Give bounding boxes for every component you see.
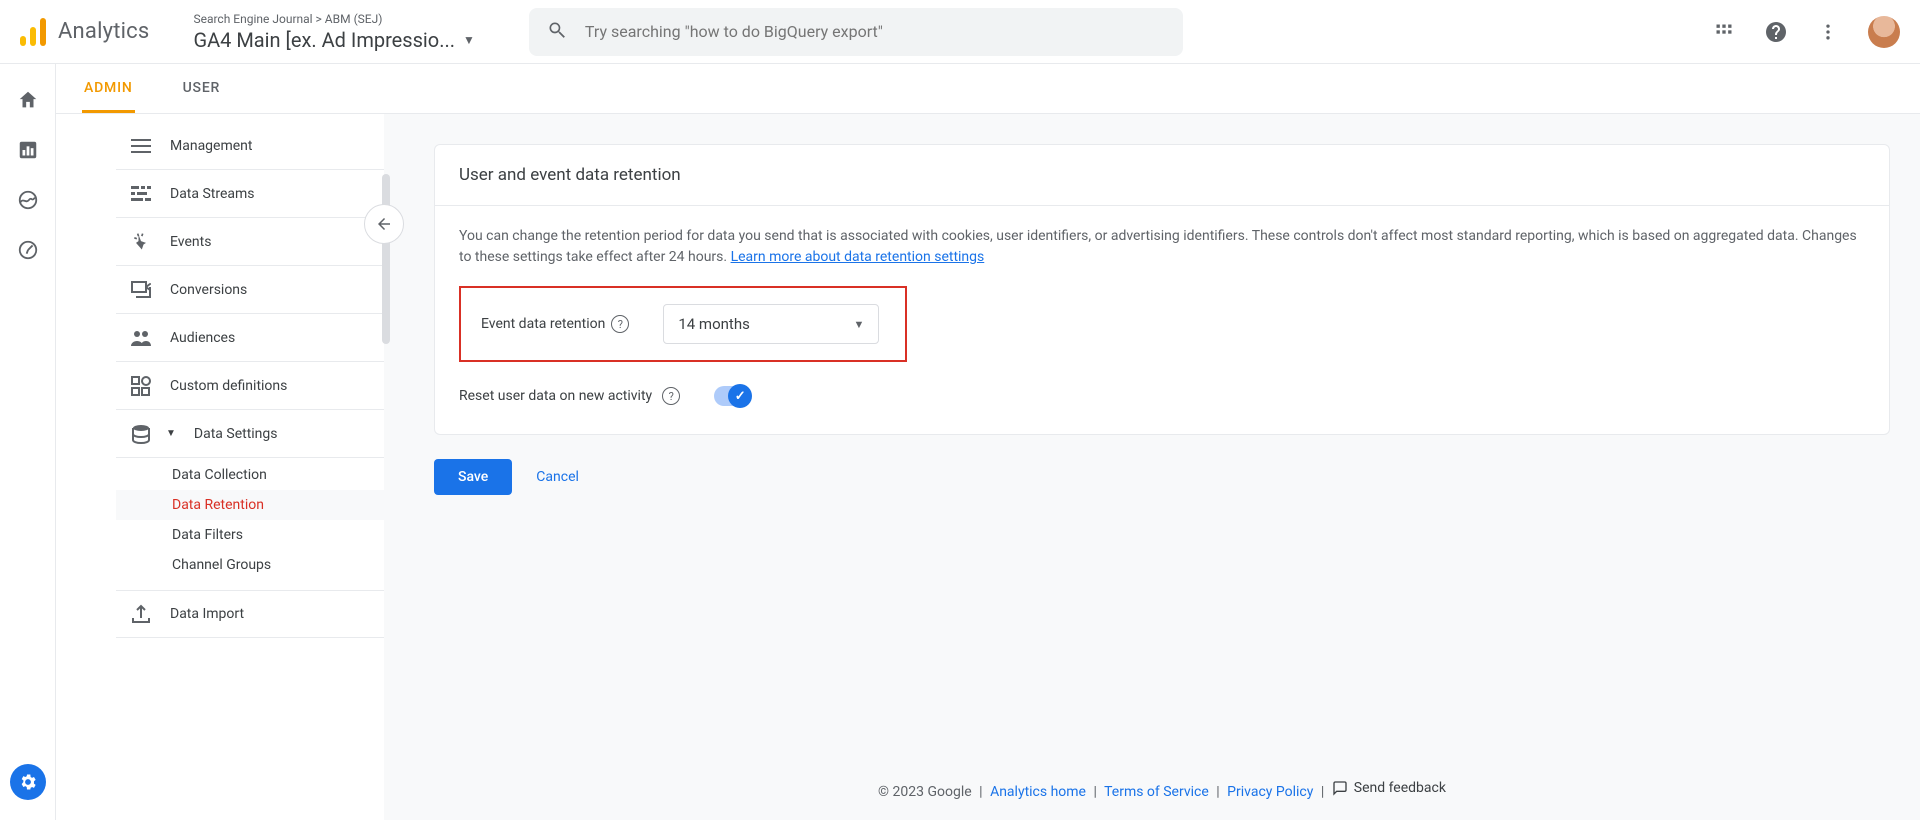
search-input[interactable] — [585, 22, 1165, 41]
app-shell: ADMIN USER Management Data Streams — [0, 64, 1920, 820]
explore-icon[interactable] — [16, 188, 40, 212]
top-header: Analytics Search Engine Journal > ABM (S… — [0, 0, 1920, 64]
search-bar[interactable] — [529, 8, 1183, 56]
save-button[interactable]: Save — [434, 459, 512, 495]
home-icon[interactable] — [16, 88, 40, 112]
footer-privacy[interactable]: Privacy Policy — [1227, 784, 1313, 800]
property-name: GA4 Main [ex. Ad Impressio... — [193, 28, 455, 52]
reset-toggle[interactable] — [714, 386, 750, 406]
sidebar-item-audiences[interactable]: Audiences — [116, 314, 384, 362]
product-name: Analytics — [58, 19, 149, 44]
sidebar-item-conversions[interactable]: Conversions — [116, 266, 384, 314]
conversions-icon — [130, 279, 152, 301]
data-settings-submenu: Data Collection Data Retention Data Filt… — [116, 458, 384, 590]
admin-sidebar: Management Data Streams Events Conversio… — [116, 114, 384, 820]
product-logo[interactable]: Analytics — [20, 18, 149, 46]
chevron-down-icon: ▼ — [166, 428, 176, 439]
header-actions — [1712, 16, 1900, 48]
cancel-button[interactable]: Cancel — [536, 469, 579, 485]
sidebar-item-data-settings[interactable]: ▼ Data Settings — [116, 410, 384, 458]
help-icon[interactable]: ? — [611, 315, 629, 333]
chevron-down-icon: ▼ — [853, 318, 864, 331]
footer-analytics-home[interactable]: Analytics home — [990, 784, 1086, 800]
card-description: You can change the retention period for … — [459, 226, 1865, 268]
panel-row: Management Data Streams Events Conversio… — [56, 114, 1920, 820]
user-avatar[interactable] — [1868, 16, 1900, 48]
breadcrumb: Search Engine Journal > ABM (SEJ) — [193, 12, 474, 26]
retention-label: Event data retention — [481, 316, 605, 332]
reset-user-data-row: Reset user data on new activity ? — [459, 386, 1865, 406]
apps-icon[interactable] — [1712, 20, 1736, 44]
chevron-down-icon: ▼ — [463, 33, 475, 47]
event-retention-row: Event data retention ? 14 months ▼ — [459, 286, 907, 362]
sidebar-item-data-import[interactable]: Data Import — [116, 590, 384, 638]
retention-select[interactable]: 14 months ▼ — [663, 304, 879, 344]
tab-user[interactable]: USER — [181, 80, 223, 113]
sidebar-item-custom-definitions[interactable]: Custom definitions — [116, 362, 384, 410]
main-panel: User and event data retention You can ch… — [404, 114, 1920, 820]
sidebar-item-events[interactable]: Events — [116, 218, 384, 266]
subitem-data-collection[interactable]: Data Collection — [116, 460, 384, 490]
data-import-icon — [130, 603, 152, 625]
sidebar-label: Data Import — [170, 606, 244, 622]
sidebar-label: Custom definitions — [170, 378, 287, 394]
sidebar-label: Management — [170, 138, 252, 154]
footer-tos[interactable]: Terms of Service — [1104, 784, 1209, 800]
feedback-label: Send feedback — [1354, 780, 1446, 796]
advertising-icon[interactable] — [16, 238, 40, 262]
custom-definitions-icon — [130, 375, 152, 397]
sidebar-label: Events — [170, 234, 211, 250]
subitem-channel-groups[interactable]: Channel Groups — [116, 550, 384, 580]
reports-icon[interactable] — [16, 138, 40, 162]
sidebar-label: Conversions — [170, 282, 247, 298]
card-title: User and event data retention — [435, 145, 1889, 206]
data-settings-icon — [130, 423, 152, 445]
help-icon[interactable] — [1764, 20, 1788, 44]
analytics-logo-icon — [20, 18, 46, 46]
help-icon[interactable]: ? — [662, 387, 680, 405]
feedback-icon — [1332, 780, 1348, 796]
copyright: © 2023 Google — [878, 784, 972, 800]
retention-label-group: Event data retention ? — [481, 315, 629, 333]
description-text: You can change the retention period for … — [459, 228, 1857, 265]
more-vert-icon[interactable] — [1816, 20, 1840, 44]
admin-tabbar: ADMIN USER — [56, 64, 1920, 114]
data-streams-icon — [130, 183, 152, 205]
sidebar-item-management[interactable]: Management — [116, 122, 384, 170]
send-feedback-button[interactable]: Send feedback — [1332, 780, 1446, 796]
management-icon — [130, 135, 152, 157]
sidebar-label: Data Settings — [194, 426, 278, 442]
admin-sidebar-wrapper: Management Data Streams Events Conversio… — [56, 114, 384, 820]
search-icon — [547, 20, 567, 44]
events-icon — [130, 231, 152, 253]
left-nav-rail — [0, 64, 56, 820]
property-selector[interactable]: Search Engine Journal > ABM (SEJ) GA4 Ma… — [193, 12, 474, 52]
audiences-icon — [130, 327, 152, 349]
subitem-data-retention[interactable]: Data Retention — [116, 490, 384, 520]
sidebar-label: Audiences — [170, 330, 235, 346]
form-actions: Save Cancel — [434, 459, 1890, 495]
sidebar-scrollbar[interactable] — [382, 174, 390, 344]
collapse-sidebar-button[interactable] — [364, 204, 404, 244]
retention-value: 14 months — [678, 315, 749, 333]
learn-more-link[interactable]: Learn more about data retention settings — [731, 249, 985, 265]
subitem-data-filters[interactable]: Data Filters — [116, 520, 384, 550]
sidebar-item-data-streams[interactable]: Data Streams — [116, 170, 384, 218]
sidebar-label: Data Streams — [170, 186, 255, 202]
admin-gear-button[interactable] — [10, 764, 46, 800]
reset-label: Reset user data on new activity — [459, 388, 652, 404]
retention-card: User and event data retention You can ch… — [434, 144, 1890, 435]
tab-admin[interactable]: ADMIN — [82, 80, 135, 113]
page-footer: © 2023 Google | Analytics home | Terms o… — [434, 770, 1890, 820]
content-area: ADMIN USER Management Data Streams — [56, 64, 1920, 820]
